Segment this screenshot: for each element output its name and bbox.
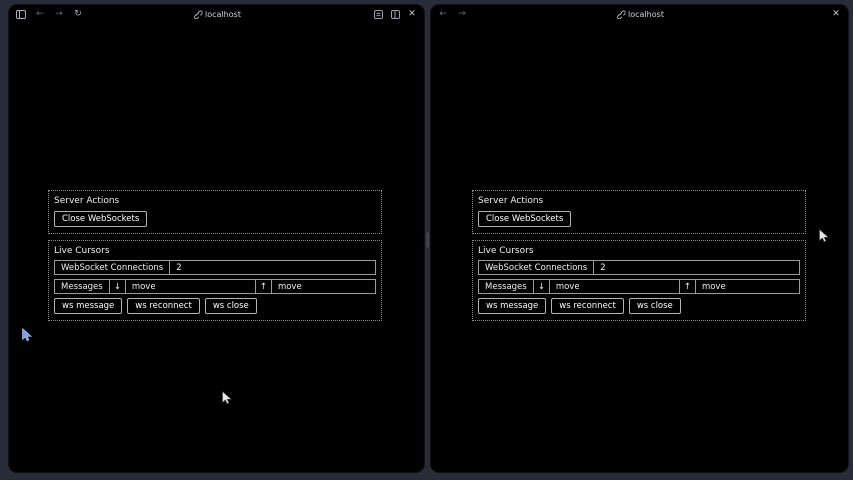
message-received-icon: ↓	[534, 280, 550, 293]
server-actions-panel: Server Actions Close WebSockets	[48, 190, 382, 234]
close-icon[interactable]: ✕	[831, 9, 841, 19]
close-websockets-button[interactable]: Close WebSockets	[54, 211, 147, 227]
message-sent-icon: ↑	[256, 280, 272, 293]
server-actions-panel: Server Actions Close WebSockets	[472, 190, 806, 234]
live-cursors-title: Live Cursors	[478, 246, 800, 256]
connections-value: 2	[170, 261, 375, 274]
ws-close-button[interactable]: ws close	[205, 298, 257, 314]
page-content: Server Actions Close WebSockets Live Cur…	[472, 190, 806, 321]
forward-icon[interactable]: →	[457, 9, 467, 19]
split-view-icon[interactable]	[390, 9, 400, 19]
server-actions-title: Server Actions	[478, 196, 800, 206]
link-icon	[192, 9, 202, 19]
browser-window-left: ← → ↻ localhost ✕ Server Actions Close W…	[8, 4, 425, 473]
sidebar-toggle-icon[interactable]	[16, 9, 26, 19]
close-websockets-button[interactable]: Close WebSockets	[478, 211, 571, 227]
titlebar: ← → localhost ✕	[431, 5, 848, 23]
forward-icon[interactable]: →	[54, 9, 64, 19]
messages-label: Messages	[55, 280, 110, 293]
message-sent-icon: ↑	[680, 280, 696, 293]
ws-close-button[interactable]: ws close	[629, 298, 681, 314]
titlebar: ← → ↻ localhost ✕	[9, 5, 424, 23]
connections-value: 2	[594, 261, 799, 274]
messages-label: Messages	[479, 280, 534, 293]
address-bar[interactable]: localhost	[192, 5, 241, 23]
ws-message-button[interactable]: ws message	[478, 298, 546, 314]
address-bar[interactable]: localhost	[615, 5, 664, 23]
close-icon[interactable]: ✕	[407, 9, 417, 19]
link-icon	[615, 9, 625, 19]
window-divider-handle[interactable]	[426, 232, 429, 248]
live-cursors-title: Live Cursors	[54, 246, 376, 256]
live-cursors-panel: Live Cursors WebSocket Connections 2 Mes…	[472, 240, 806, 321]
back-icon[interactable]: ←	[35, 9, 45, 19]
reader-mode-icon[interactable]	[373, 9, 383, 19]
messages-row: Messages ↓ move ↑ move	[478, 279, 800, 294]
connections-label: WebSocket Connections	[479, 261, 594, 274]
connections-label: WebSocket Connections	[55, 261, 170, 274]
message-received-icon: ↓	[110, 280, 126, 293]
connections-row: WebSocket Connections 2	[478, 260, 800, 275]
ws-reconnect-button[interactable]: ws reconnect	[551, 298, 624, 314]
ws-message-button[interactable]: ws message	[54, 298, 122, 314]
ws-buttons-row: ws message ws reconnect ws close	[478, 294, 800, 314]
sent-event-value: move	[696, 280, 799, 293]
received-event-value: move	[550, 280, 680, 293]
live-cursors-panel: Live Cursors WebSocket Connections 2 Mes…	[48, 240, 382, 321]
ws-reconnect-button[interactable]: ws reconnect	[127, 298, 200, 314]
connections-row: WebSocket Connections 2	[54, 260, 376, 275]
server-actions-title: Server Actions	[54, 196, 376, 206]
back-icon[interactable]: ←	[438, 9, 448, 19]
browser-window-right: ← → localhost ✕ Server Actions Close Web…	[430, 4, 849, 473]
sent-event-value: move	[272, 280, 375, 293]
url-text: localhost	[628, 10, 664, 19]
url-text: localhost	[205, 10, 241, 19]
messages-row: Messages ↓ move ↑ move	[54, 279, 376, 294]
reload-icon[interactable]: ↻	[73, 9, 83, 19]
received-event-value: move	[126, 280, 256, 293]
ws-buttons-row: ws message ws reconnect ws close	[54, 294, 376, 314]
page-content: Server Actions Close WebSockets Live Cur…	[48, 190, 382, 321]
